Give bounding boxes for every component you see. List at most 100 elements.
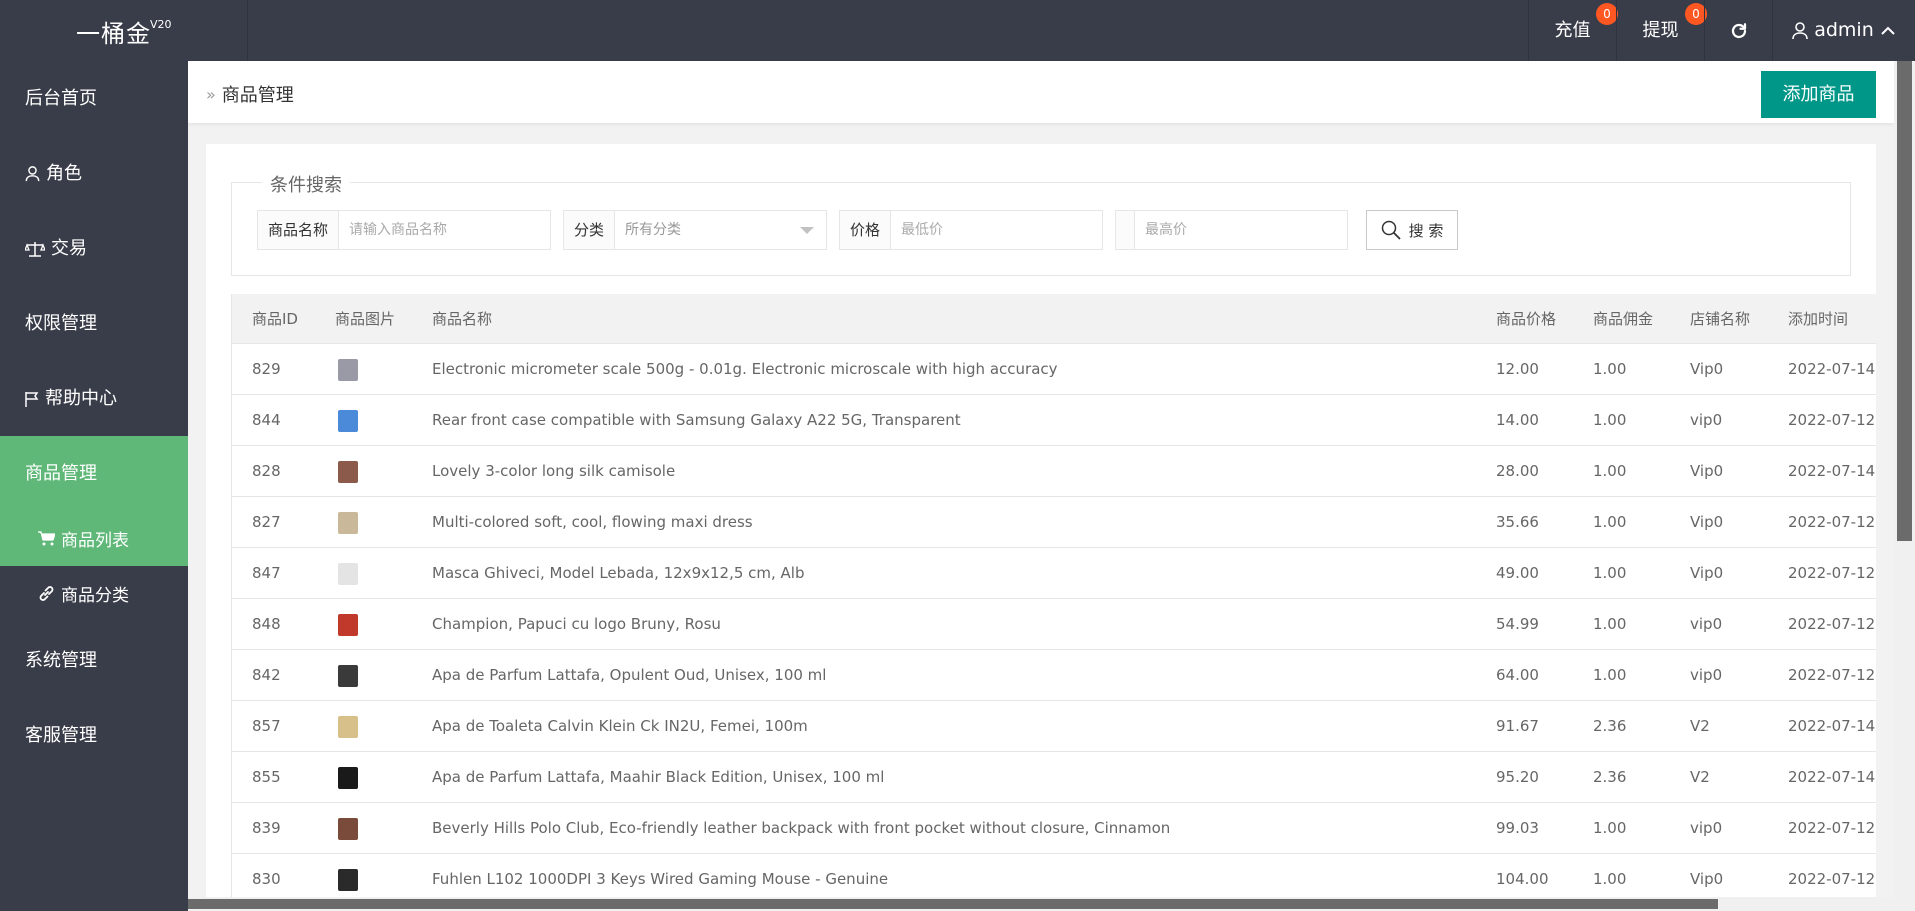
sidebar-item-permission[interactable]: 权限管理 (0, 286, 188, 361)
column-header[interactable]: 添加时间 (1788, 294, 1876, 344)
sidebar-item-label: 系统管理 (25, 650, 97, 671)
page-header: » 商品管理 添加商品 (188, 61, 1894, 123)
sidebar-item-help[interactable]: 帮助中心 (0, 361, 188, 436)
sidebar-item-label: 交易 (51, 238, 87, 259)
refresh-button[interactable] (1704, 0, 1772, 61)
column-header[interactable]: 商品图片 (335, 294, 415, 344)
table-row[interactable]: 847 Masca Ghiveci, Model Lebada, 12x9x12,… (231, 548, 1876, 599)
sidebar-item-product-list[interactable]: 商品列表 (0, 511, 188, 566)
sidebar-item-service[interactable]: 客服管理 (0, 698, 188, 773)
sidebar-item-label: 商品管理 (25, 463, 97, 484)
sidebar-item-role[interactable]: 角色 (0, 136, 188, 211)
double-chevron-right-icon: » (206, 84, 216, 104)
product-thumbnail[interactable] (335, 816, 361, 842)
table-row[interactable]: 857 Apa de Toaleta Calvin Klein Ck IN2U, … (231, 701, 1876, 752)
shop-name-cell: Vip0 (1690, 462, 1724, 480)
search-icon (1381, 220, 1401, 240)
product-id-cell: 844 (252, 411, 281, 429)
horizontal-scroll-thumb[interactable] (188, 899, 1718, 909)
sidebar-item-label: 权限管理 (25, 313, 97, 334)
shop-name-cell: vip0 (1690, 411, 1723, 429)
product-thumbnail[interactable] (335, 510, 361, 536)
sidebar-item-home[interactable]: 后台首页 (0, 61, 188, 136)
logo: 一桶金 V20 (0, 0, 248, 61)
product-price-cell: 35.66 (1496, 513, 1539, 531)
product-thumbnail[interactable] (335, 663, 361, 689)
product-name-cell: Rear front case compatible with Samsung … (432, 411, 961, 429)
table-row[interactable]: 839 Beverly Hills Polo Club, Eco-friendly… (231, 803, 1876, 854)
product-thumbnail[interactable] (335, 408, 361, 434)
refresh-icon (1731, 23, 1746, 39)
sidebar-item-label: 帮助中心 (45, 388, 117, 409)
product-thumbnail[interactable] (335, 459, 361, 485)
max-price-group (1115, 210, 1348, 250)
column-header[interactable]: 商品名称 (432, 294, 1532, 344)
max-price-input[interactable] (1135, 211, 1347, 249)
sidebar-item-products[interactable]: 商品管理 (0, 436, 188, 511)
withdraw-button[interactable]: 提现 0 (1616, 0, 1707, 61)
username: admin (1814, 19, 1874, 41)
product-name-cell: Lovely 3-color long silk camisole (432, 462, 676, 480)
product-price-cell: 14.00 (1496, 411, 1539, 429)
column-header[interactable]: 店铺名称 (1690, 294, 1780, 344)
sidebar-item-product-category[interactable]: 商品分类 (0, 566, 188, 621)
product-id-cell: 847 (252, 564, 281, 582)
min-price-group: 价格 (839, 210, 1103, 250)
scale-icon (25, 241, 45, 257)
shop-name-cell: Vip0 (1690, 360, 1724, 378)
shop-name-cell: vip0 (1690, 615, 1723, 633)
table-row[interactable]: 829 Electronic micrometer scale 500g - 0.… (231, 344, 1876, 395)
search-button[interactable]: 搜 索 (1366, 210, 1458, 250)
table-row[interactable]: 827 Multi-colored soft, cool, flowing max… (231, 497, 1876, 548)
added-time-cell: 2022-07-12 07 (1788, 411, 1876, 429)
sidebar-item-trade[interactable]: 交易 (0, 211, 188, 286)
max-price-label-spacer (1116, 211, 1135, 249)
added-time-cell: 2022-07-12 07 (1788, 615, 1876, 633)
table-row[interactable]: 828 Lovely 3-color long silk camisole 28.0… (231, 446, 1876, 497)
user-menu[interactable]: admin (1772, 0, 1915, 61)
product-thumbnail[interactable] (335, 765, 361, 791)
recharge-button[interactable]: 充值 0 (1528, 0, 1618, 61)
category-label: 分类 (564, 211, 616, 249)
table-row[interactable]: 848 Champion, Papuci cu logo Bruny, Rosu 5… (231, 599, 1876, 650)
product-id-cell: 857 (252, 717, 281, 735)
horizontal-scrollbar[interactable] (188, 897, 1894, 911)
table-row[interactable]: 844 Rear front case compatible with Samsu… (231, 395, 1876, 446)
sidebar-item-label: 商品分类 (61, 586, 129, 606)
user-icon (25, 165, 40, 181)
column-header[interactable]: 商品ID (252, 294, 322, 344)
breadcrumb-current[interactable]: 商品管理 (222, 81, 294, 107)
column-header[interactable]: 商品价格 (1496, 294, 1586, 344)
product-thumbnail[interactable] (335, 561, 361, 587)
table-row[interactable]: 842 Apa de Parfum Lattafa, Opulent Oud, U… (231, 650, 1876, 701)
product-thumbnail[interactable] (335, 612, 361, 638)
chevron-up-icon (1881, 26, 1895, 35)
sidebar-item-system[interactable]: 系统管理 (0, 623, 188, 698)
add-product-button[interactable]: 添加商品 (1761, 71, 1876, 118)
name-label: 商品名称 (258, 211, 340, 249)
product-thumbnail[interactable] (335, 714, 361, 740)
sidebar-item-label: 客服管理 (25, 725, 97, 746)
category-select[interactable]: 所有分类 (615, 211, 826, 249)
product-name-input[interactable] (339, 211, 550, 249)
price-label: 价格 (840, 211, 892, 249)
column-header[interactable]: 商品佣金 (1593, 294, 1683, 344)
product-price-cell: 99.03 (1496, 819, 1539, 837)
vertical-scroll-thumb[interactable] (1897, 61, 1912, 541)
recharge-badge: 0 (1596, 3, 1618, 25)
vertical-scrollbar[interactable] (1894, 61, 1915, 911)
product-thumbnail[interactable] (335, 357, 361, 383)
product-commission-cell: 1.00 (1593, 819, 1627, 837)
search-button-label: 搜 索 (1408, 221, 1444, 240)
product-commission-cell: 2.36 (1593, 768, 1627, 786)
product-id-cell: 827 (252, 513, 281, 531)
logo-version: V20 (150, 18, 172, 31)
added-time-cell: 2022-07-14 11 (1788, 462, 1876, 480)
table-header-row: 商品ID 商品图片 商品名称 商品价格 商品佣金 店铺名称 添加时间 (231, 294, 1876, 344)
product-thumbnail[interactable] (335, 867, 361, 893)
min-price-input[interactable] (891, 211, 1102, 249)
category-select-group[interactable]: 分类 所有分类 (563, 210, 827, 250)
table-row[interactable]: 855 Apa de Parfum Lattafa, Maahir Black E… (231, 752, 1876, 803)
product-commission-cell: 1.00 (1593, 360, 1627, 378)
top-header: 一桶金 V20 充值 0 提现 0 admin (0, 0, 1915, 61)
